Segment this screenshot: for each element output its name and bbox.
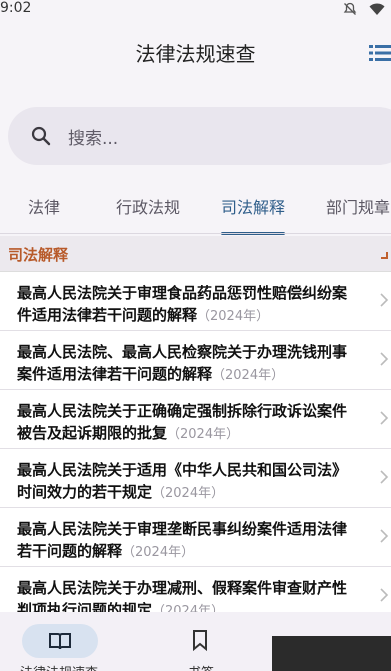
- page-title: 法律法规速查: [135, 42, 256, 66]
- search-icon: [31, 126, 51, 146]
- chevron-right-icon: [380, 293, 389, 307]
- list-item[interactable]: 最高人民法院关于正确确定强制拆除行政诉讼案件被告及起诉期限的批复（2024年）: [0, 390, 391, 449]
- nav-label: 法律法规速查: [20, 662, 98, 671]
- divider: [0, 233, 391, 234]
- item-year: （2024年）: [122, 545, 195, 560]
- item-title: 最高人民法院、最高人民检察院关于办理洗钱刑事案件适用法律若干问题的解释（2024…: [17, 343, 348, 383]
- chevron-right-icon: [380, 588, 389, 602]
- chevron-right-icon: [380, 529, 389, 543]
- item-title: 最高人民法院关于审理垄断民事纠纷案件适用法律若干问题的解释（2024年）: [17, 520, 348, 560]
- search-input[interactable]: 搜索...: [68, 124, 118, 149]
- interpretation-list: 最高人民法院关于审理食品药品惩罚性赔偿纠纷案件适用法律若干问题的解释（2024年…: [0, 272, 391, 626]
- search-bar[interactable]: 搜索...: [8, 107, 391, 165]
- chevron-right-icon: [380, 470, 389, 484]
- expand-icon[interactable]: [377, 246, 389, 262]
- book-open-icon: [49, 633, 71, 650]
- chevron-right-icon: [380, 352, 389, 366]
- nav-item-law-search[interactable]: 法律法规速查: [0, 612, 136, 671]
- status-bar: 9:02: [0, 0, 391, 20]
- item-title: 最高人民法院关于审理食品药品惩罚性赔偿纠纷案件适用法律若干问题的解释（2024年…: [17, 284, 348, 324]
- tab-departmental-rules[interactable]: 部门规章: [326, 182, 390, 234]
- item-year: （2024年）: [212, 368, 285, 383]
- item-year: （2024年）: [167, 427, 240, 442]
- bottom-navigation: 法律法规速查 书签: [0, 612, 391, 671]
- notifications-off-icon: [343, 2, 357, 15]
- section-header: 司法解释: [0, 236, 391, 272]
- nav-item-bookmarks[interactable]: 书签: [160, 612, 250, 671]
- list-item[interactable]: 最高人民法院关于审理食品药品惩罚性赔偿纠纷案件适用法律若干问题的解释（2024年…: [0, 272, 391, 331]
- category-tabs: 法律 行政法规 司法解释 部门规章: [0, 182, 391, 235]
- list-item[interactable]: 最高人民法院关于审理垄断民事纠纷案件适用法律若干问题的解释（2024年）: [0, 508, 391, 567]
- list-item[interactable]: 最高人民法院、最高人民检察院关于办理洗钱刑事案件适用法律若干问题的解释（2024…: [0, 331, 391, 390]
- overlay-panel: [272, 636, 391, 671]
- list-menu-icon[interactable]: [369, 44, 391, 62]
- status-icons: [343, 2, 385, 16]
- tab-laws[interactable]: 法律: [28, 182, 60, 234]
- list-item[interactable]: 最高人民法院关于适用《中华人民共和国公司法》时间效力的若干规定（2024年）: [0, 449, 391, 508]
- wifi-icon: [369, 3, 385, 15]
- chevron-right-icon: [380, 411, 389, 425]
- status-time: 9:02: [0, 0, 32, 16]
- nav-label: 书签: [188, 662, 214, 671]
- item-title: 最高人民法院关于正确确定强制拆除行政诉讼案件被告及起诉期限的批复（2024年）: [17, 402, 348, 442]
- item-title: 最高人民法院关于适用《中华人民共和国公司法》时间效力的若干规定（2024年）: [17, 461, 348, 501]
- tab-administrative-regulations[interactable]: 行政法规: [116, 182, 180, 234]
- section-title: 司法解释: [8, 246, 69, 264]
- item-year: （2024年）: [197, 309, 270, 324]
- item-year: （2024年）: [152, 486, 225, 501]
- tab-judicial-interpretations[interactable]: 司法解释: [221, 182, 285, 234]
- bookmark-icon: [193, 630, 207, 651]
